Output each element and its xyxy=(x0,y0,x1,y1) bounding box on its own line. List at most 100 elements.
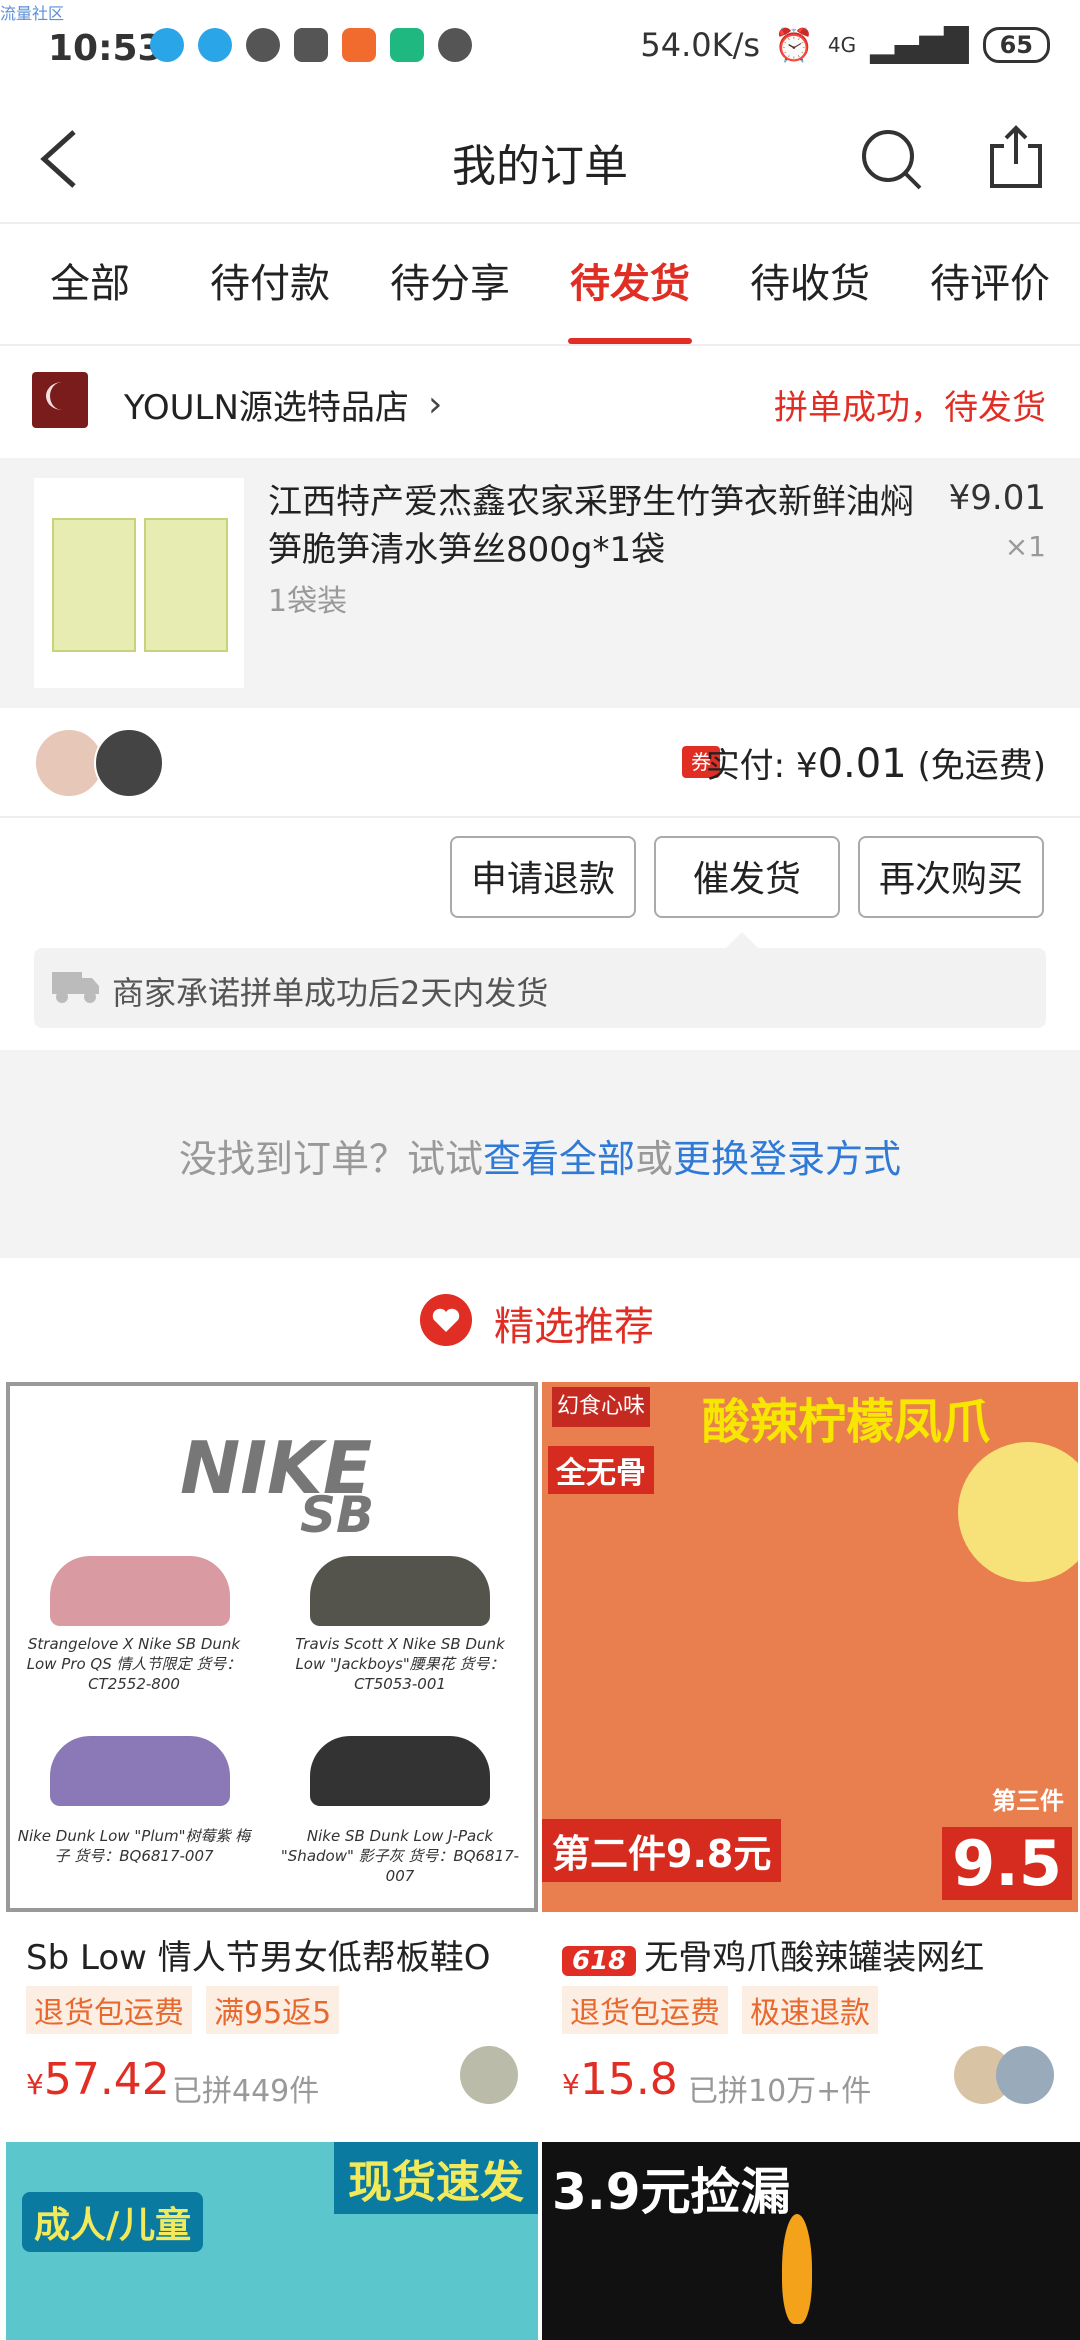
mi-store-icon xyxy=(294,28,328,62)
fast-ship-banner: 现货速发 xyxy=(334,2142,538,2214)
tab-to-receive[interactable]: 待收货 xyxy=(720,224,900,344)
sold-count: 已拼10万+件 xyxy=(688,2074,872,2109)
store-logo xyxy=(32,372,88,428)
truck-icon xyxy=(52,972,99,1003)
heart-icon xyxy=(420,1294,472,1346)
tag-fast-refund: 极速退款 xyxy=(742,1986,878,2034)
refund-button[interactable]: 申请退款 xyxy=(450,836,636,918)
product-thumbnail xyxy=(34,478,244,688)
shipping-promise-tip: 商家承诺拼单成功后2天内发货 xyxy=(34,932,1046,1028)
net-speed: 54.0K/s xyxy=(640,26,761,64)
tab-to-ship[interactable]: 待发货 xyxy=(540,224,720,344)
image-headline: 酸辣柠檬凤爪 xyxy=(702,1394,991,1450)
order-status: 拼单成功，待发货 xyxy=(774,388,1046,428)
qq-icon xyxy=(150,28,184,62)
battery-level: 65 xyxy=(982,27,1050,63)
promo-618-badge: 618 xyxy=(562,1946,637,1976)
share-icon[interactable] xyxy=(986,124,1046,190)
price-value: 57.42 xyxy=(43,2054,170,2105)
tab-to-review[interactable]: 待评价 xyxy=(900,224,1080,344)
status-time: 10:53 xyxy=(48,28,163,69)
tip-text: 商家承诺拼单成功后2天内发货 xyxy=(112,974,549,1012)
candle-flame-image xyxy=(782,2214,812,2324)
shoe-caption: Travis Scott X Nike SB Dunk Low "Jackboy… xyxy=(295,1635,505,1693)
product-title-text: 无骨鸡爪酸辣罐装网红 xyxy=(644,1938,985,1978)
avatar xyxy=(94,728,164,798)
third-item-label: 第三件 xyxy=(992,1787,1064,1815)
notification-icons xyxy=(150,28,472,62)
tag-free-return: 退货包运费 xyxy=(562,1986,728,2034)
status-right: 54.0K/s ⏰ 4G ▂▄▆█ 65 xyxy=(640,26,1050,64)
view-all-link[interactable]: 查看全部 xyxy=(483,1137,635,1181)
mijia-icon xyxy=(390,28,424,62)
blocked-icon xyxy=(438,28,472,62)
product-title: 618 无骨鸡爪酸辣罐装网红 xyxy=(562,1930,1072,1979)
recommend-title: 精选推荐 xyxy=(494,1304,654,1350)
avatar xyxy=(996,2046,1054,2104)
rebuy-button[interactable]: 再次购买 xyxy=(858,836,1044,918)
second-item-deal: 第二件9.8元 xyxy=(542,1819,782,1882)
product-image: 幻食心味 酸辣柠檬凤爪 全无骨 第二件9.8元 第三件 9.5 xyxy=(542,1382,1078,1912)
mi-icon xyxy=(342,28,376,62)
deal-text: 3.9元捡漏 xyxy=(552,2163,791,2221)
paid-value: 0.01 xyxy=(817,741,907,787)
order-tabs: 全部 待付款 待分享 待发货 待收货 待评价 xyxy=(0,224,1080,346)
shoe-image xyxy=(310,1736,490,1806)
nav-bar: 我的订单 xyxy=(0,96,1080,224)
tab-unpaid[interactable]: 待付款 xyxy=(180,224,360,344)
store-name[interactable]: YOULN源选特品店 xyxy=(124,380,409,429)
status-bar: 10:53 54.0K/s ⏰ 4G ▂▄▆█ 65 xyxy=(0,0,1080,96)
tab-to-share[interactable]: 待分享 xyxy=(360,224,540,344)
search-icon[interactable] xyxy=(858,126,924,192)
package-image xyxy=(144,518,228,652)
package-image xyxy=(52,518,136,652)
notfound-text: 没找到订单？试试查看全部或更换登录方式 xyxy=(0,1128,1080,1183)
signal-icon: ▂▄▆█ xyxy=(870,26,969,64)
paid-label: 实付: ¥ xyxy=(705,746,818,786)
shoe-caption: Nike SB Dunk Low J-Pack "Shadow" 影子灰 货号：… xyxy=(280,1827,520,1885)
product-quantity: ×1 xyxy=(1004,530,1046,563)
shoe-image xyxy=(50,1736,230,1806)
sold-count: 已拼449件 xyxy=(172,2074,320,2109)
qq-icon xyxy=(198,28,232,62)
tag-free-return: 退货包运费 xyxy=(26,1986,192,2034)
price-symbol: ¥ xyxy=(26,2068,44,2101)
urge-shipping-button[interactable]: 催发货 xyxy=(654,836,840,918)
shoe-caption: Strangelove X Nike SB Dunk Low Pro QS 情人… xyxy=(26,1635,242,1693)
product-tags: 退货包运费 极速退款 xyxy=(562,1986,878,2034)
notfound-or: 或 xyxy=(635,1137,674,1181)
avatar xyxy=(460,2046,518,2104)
product-name: 江西特产爱杰鑫农家采野生竹笋衣新鲜油焖笋脆笋清水笋丝800g*1袋 xyxy=(268,482,914,570)
payment-row: 券 实付: ¥0.01 (免运费) xyxy=(0,708,1080,818)
tag-cashback: 满95返5 xyxy=(206,1986,340,2034)
brand-sub: SB xyxy=(300,1486,375,1544)
product-price: ¥9.01 xyxy=(948,478,1046,518)
alarm-icon: ⏰ xyxy=(774,26,814,64)
product-card[interactable]: 现货速发 成人/儿童 xyxy=(6,2142,538,2340)
notfound-section: 没找到订单？试试查看全部或更换登录方式 xyxy=(0,1050,1080,1258)
shoe-image xyxy=(50,1556,230,1626)
product-image: NIKE SB Strangelove X Nike SB Dunk Low P… xyxy=(6,1382,538,1912)
store-row[interactable]: YOULN源选特品店 › 拼单成功，待发货 xyxy=(0,346,1080,458)
tab-all[interactable]: 全部 xyxy=(0,224,180,344)
third-item-price: 9.5 xyxy=(942,1827,1072,1900)
boneless-label: 全无骨 xyxy=(548,1446,654,1494)
lemon-image xyxy=(958,1442,1078,1582)
switch-login-link[interactable]: 更换登录方式 xyxy=(673,1137,901,1181)
brand-logo: 幻食心味 xyxy=(552,1387,650,1427)
recommend-header: 精选推荐 xyxy=(0,1258,1080,1378)
shoe-caption: Nike Dunk Low "Plum"树莓紫 梅子 货号：BQ6817-007 xyxy=(17,1827,251,1865)
paid-amount: 实付: ¥0.01 (免运费) xyxy=(706,738,1046,787)
shoe-image xyxy=(310,1556,490,1626)
chevron-right-icon: › xyxy=(428,384,443,425)
shipping-note: (免运费) xyxy=(917,746,1046,786)
wechat-icon xyxy=(246,28,280,62)
product-tags: 退货包运费 满95返5 xyxy=(26,1986,340,2034)
product-title: Sb Low 情人节男女低帮板鞋O xyxy=(26,1938,491,1978)
order-product[interactable]: 江西特产爱杰鑫农家采野生竹笋衣新鲜油焖笋脆笋清水笋丝800g*1袋 1袋装 ¥9… xyxy=(0,458,1080,708)
notfound-prefix: 没找到订单？试试 xyxy=(178,1137,483,1181)
product-card[interactable]: 3.9元捡漏 xyxy=(542,2142,1080,2340)
product-price: ¥57.42 xyxy=(26,2054,170,2105)
network-type: 4G xyxy=(827,33,857,57)
size-tag: 成人/儿童 xyxy=(22,2192,204,2252)
